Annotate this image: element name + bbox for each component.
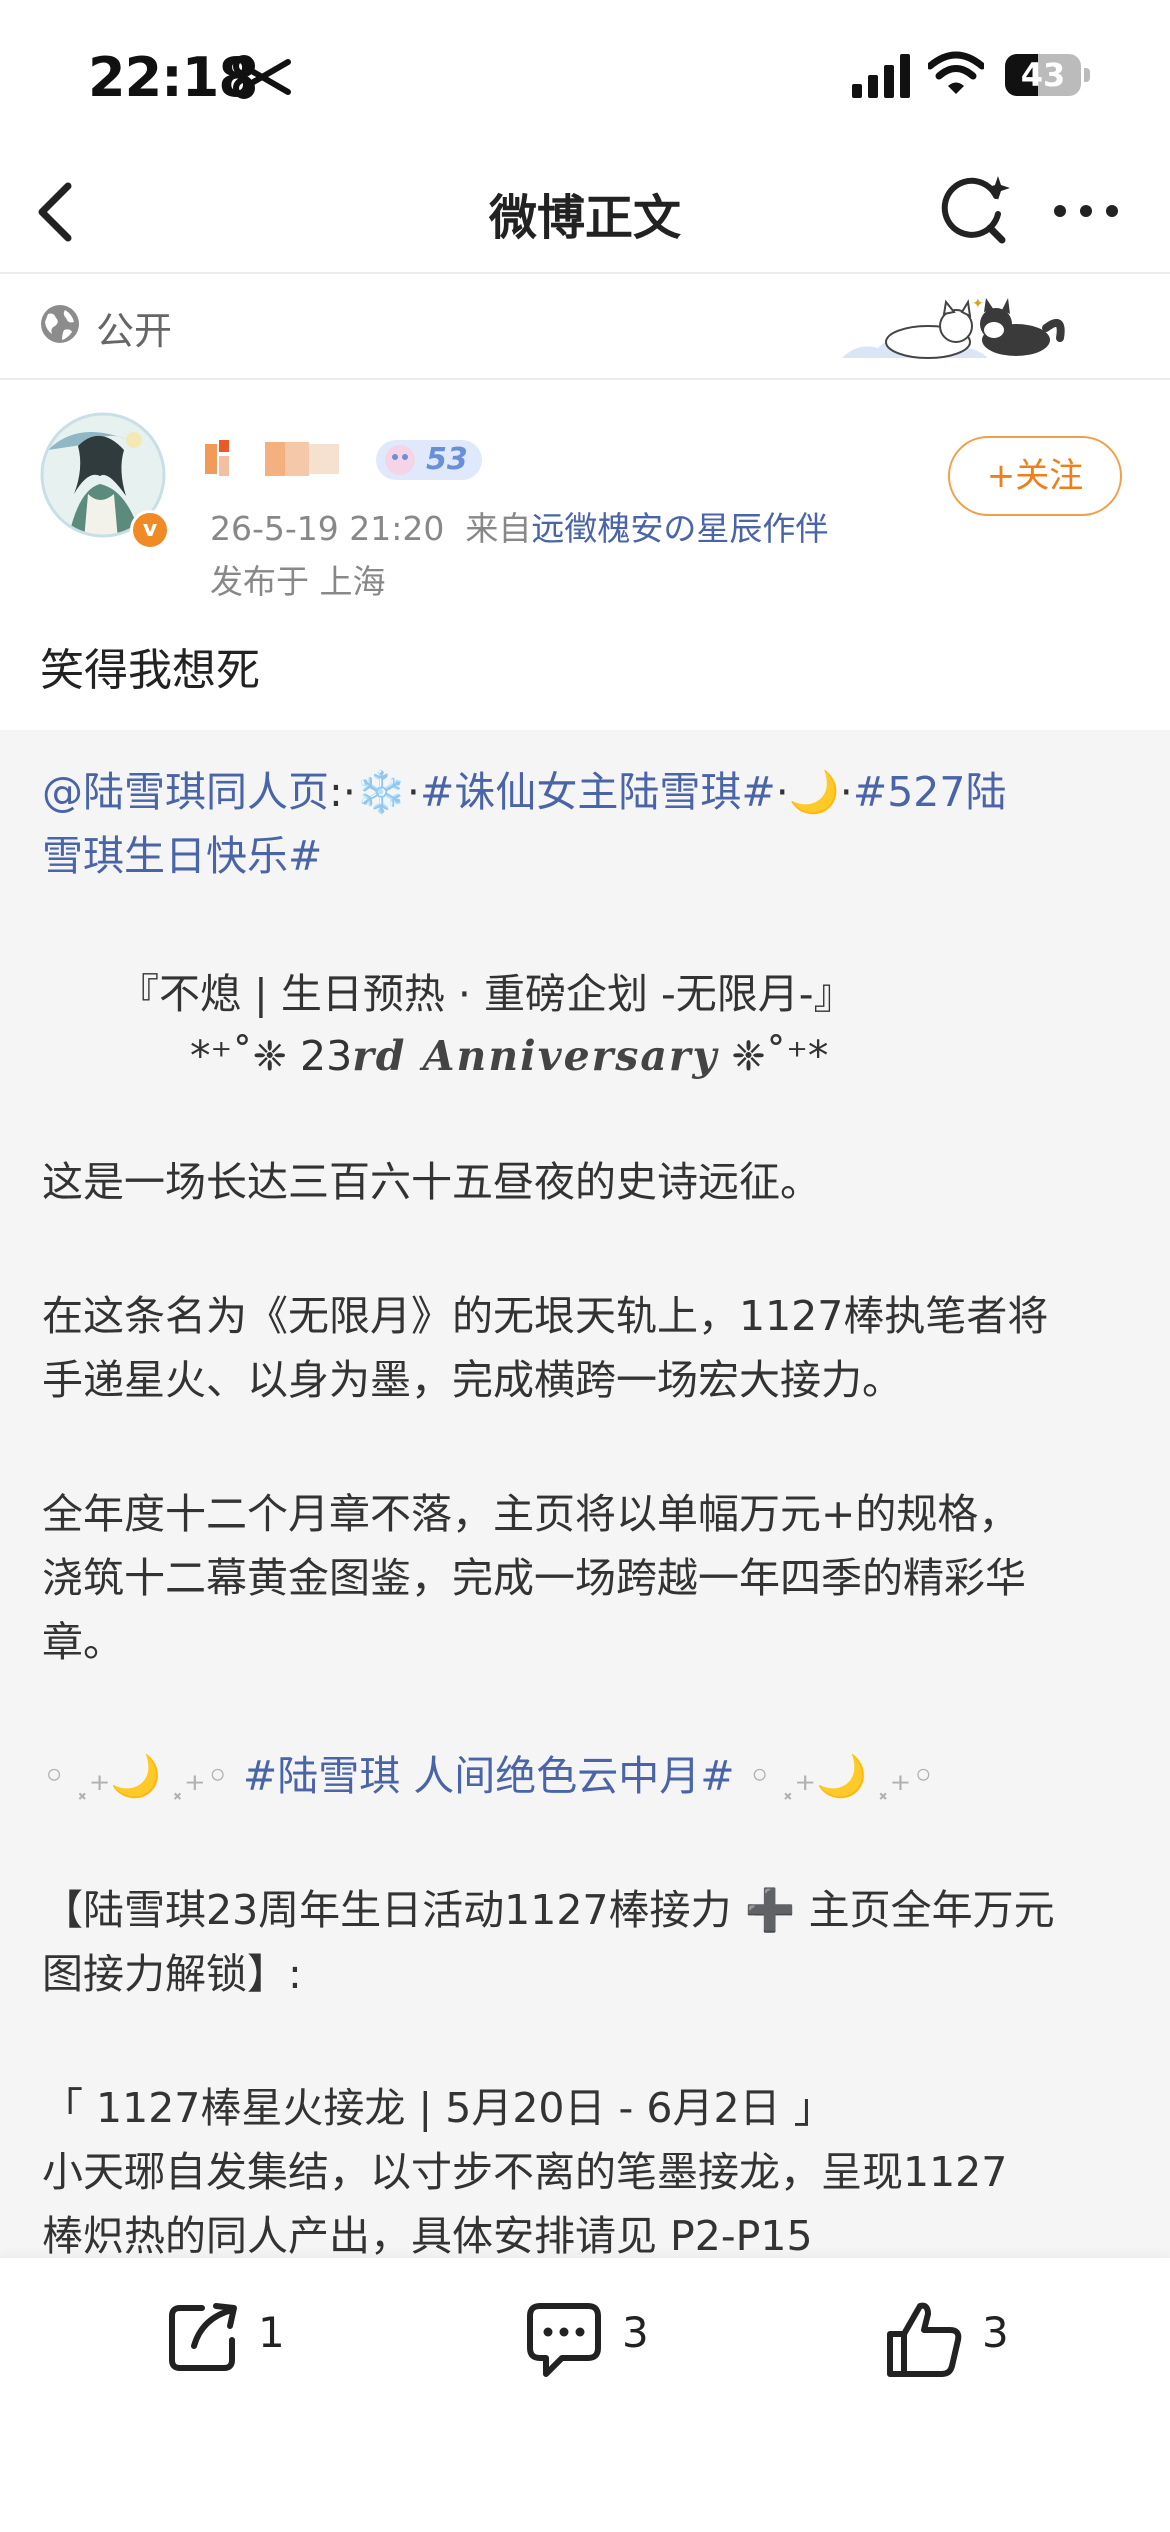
repost-block[interactable]: @陆雪琪同人页:·❄️·#诛仙女主陆雪琪#·🌙·#527陆 雪琪生日快乐# 『不… — [0, 730, 1170, 2260]
post-source-link[interactable]: 远徵槐安の星辰作伴 — [531, 509, 828, 548]
nav-bar: 微博正文 — [0, 150, 1170, 274]
repost-line-1: @陆雪琪同人页:·❄️·#诛仙女主陆雪琪#·🌙·#527陆 — [42, 768, 1007, 816]
post-date: 26-5-19 21:20 — [210, 509, 445, 548]
visibility-row: 公开 ✦ — [0, 274, 1170, 380]
mention-separator: :· — [329, 768, 356, 816]
anniversary-line: *⁺˚❈ 23rd Anniversary ❈˚⁺* — [190, 1032, 829, 1080]
like-count: 3 — [982, 2308, 1009, 2357]
verified-badge-icon: v — [130, 510, 170, 550]
hashtag-line: ◦ ⸼₊🌙 ⸼₊◦ #陆雪琪 人间绝色云中月# ◦ ⸼₊🌙 ⸼₊◦ — [42, 1744, 935, 1808]
level-badge-icon — [385, 445, 415, 475]
relay-title: 「 1127棒星火接龙 | 5月20日 - 6月2日 」 — [42, 2084, 835, 2132]
paragraph-3-line-2: 浇筑十二幕黄金图鉴，完成一场跨越一年四季的精彩华 — [42, 1554, 1026, 1602]
source-prefix: 来自 — [465, 509, 532, 548]
level-badge: 53 — [376, 440, 482, 480]
event-title: 『不熄 | 生日预热 · 重磅企划 -无限月-』 — [118, 970, 855, 1018]
globe-icon — [41, 305, 79, 343]
paragraph-2-line-2: 手递星火、以身为墨，完成横跨一场宏大接力。 — [42, 1356, 903, 1404]
relay-line-1: 小天琊自发集结，以寸步不离的笔墨接龙，呈现1127 — [42, 2148, 1008, 2196]
more-icon[interactable] — [1052, 196, 1120, 226]
hashtag-link-3[interactable]: #陆雪琪 人间绝色云中月# — [243, 1752, 735, 1800]
status-time: 22:18 — [88, 46, 256, 109]
moon-decoration: ◦ ⸼₊🌙 ⸼₊◦ — [42, 1752, 230, 1800]
comment-icon — [527, 2303, 601, 2377]
repost-line-2[interactable]: 雪琪生日快乐# — [42, 824, 322, 888]
paragraph-2-line-1: 在这条名为《无限月》的无垠天轨上，1127棒执笔者将 — [42, 1292, 1049, 1340]
nickname-redacted — [205, 440, 339, 476]
hashtag-link[interactable]: #诛仙女主陆雪琪# — [420, 768, 776, 816]
comment-count: 3 — [622, 2308, 649, 2357]
paragraph-3-line-3: 章。 — [42, 1618, 124, 1666]
back-icon[interactable] — [28, 180, 88, 244]
thumbs-up-icon — [887, 2302, 962, 2377]
status-bar: 22:18 43 — [0, 0, 1170, 150]
paragraph-3-line-1: 全年度十二个月章不落，主页将以单幅万元+的规格， — [42, 1490, 1020, 1538]
follow-button[interactable]: +关注 — [948, 436, 1122, 516]
post-text: 笑得我想死 — [40, 645, 260, 696]
level-value: 53 — [426, 442, 468, 477]
moon-decoration-2: ◦ ⸼₊🌙 ⸼₊◦ — [747, 1752, 936, 1800]
wifi-icon — [928, 51, 984, 94]
event-heading-line-2: 图接力解锁】: — [42, 1950, 302, 1998]
pets-sticker: ✦ — [842, 296, 1065, 359]
relay-line-2: 棒炽热的同人产出，具体安排请见 P2-P15 — [42, 2212, 813, 2260]
post-meta: 26-5-19 21:20 来自远徵槐安の星辰作伴 — [210, 502, 828, 550]
post-location: 发布于 上海 — [210, 562, 386, 601]
battery-icon: 43 — [1005, 54, 1091, 96]
svg-text:✦: ✦ — [972, 296, 984, 312]
mention-link[interactable]: @陆雪琪同人页 — [42, 768, 329, 816]
repost-count: 1 — [258, 2308, 285, 2357]
snowflake-icon: ❄️ — [355, 768, 407, 816]
paragraph-1: 这是一场长达三百六十五昼夜的史诗远征。 — [42, 1158, 821, 1206]
search-icon[interactable] — [938, 174, 1012, 248]
battery-level: 43 — [1020, 56, 1066, 94]
scissors-icon — [233, 55, 291, 99]
hashtag-link-2[interactable]: #527陆 — [853, 768, 1007, 816]
moon-icon: 🌙 — [788, 768, 840, 816]
signal-icon — [852, 54, 910, 98]
share-icon — [169, 2303, 237, 2371]
event-heading-line-1: 【陆雪琪23周年生日活动1127棒接力 ➕ 主页全年万元 — [42, 1886, 1055, 1934]
visibility-label: 公开 — [96, 309, 173, 353]
bottom-action-bar: 1 3 3 — [0, 2258, 1170, 2532]
